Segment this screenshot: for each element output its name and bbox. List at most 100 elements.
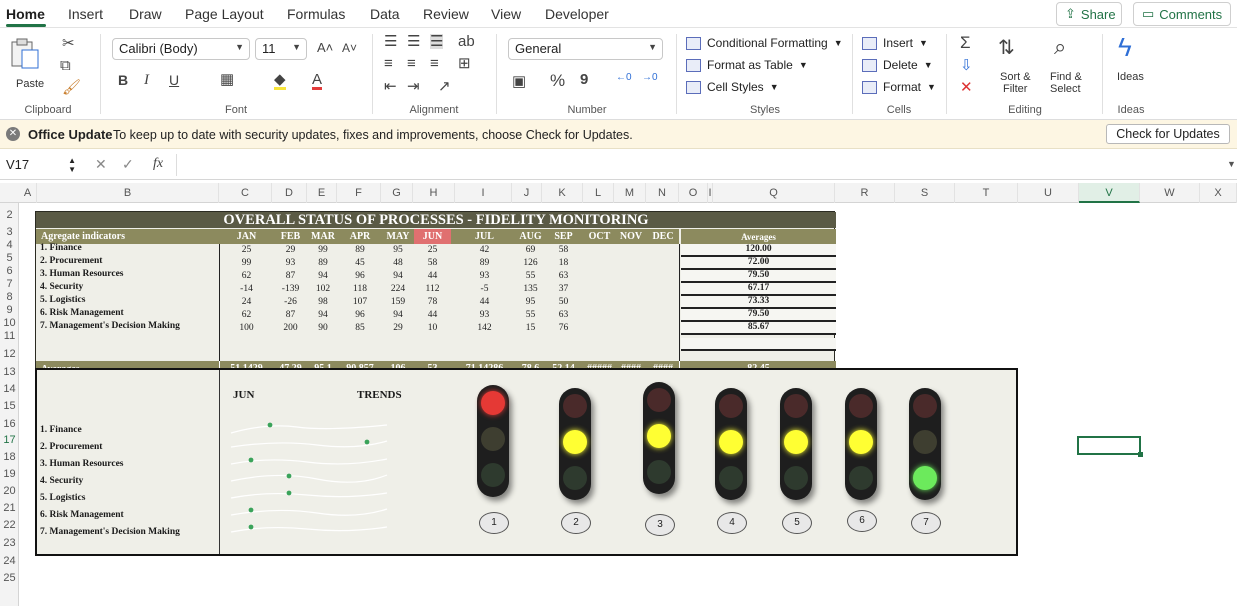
font-name-select[interactable]: Calibri (Body) ▼ bbox=[112, 38, 250, 60]
value-cell[interactable]: 62 bbox=[220, 271, 273, 281]
column-header[interactable]: D bbox=[272, 183, 307, 203]
row-header[interactable]: 20 bbox=[0, 485, 19, 497]
insert-cells-button[interactable]: Insert ▼ bbox=[862, 36, 928, 50]
value-cell[interactable]: 135 bbox=[513, 284, 548, 294]
column-header[interactable]: A bbox=[19, 183, 37, 203]
value-cell[interactable]: -26 bbox=[273, 297, 308, 307]
row-header[interactable]: 24 bbox=[0, 555, 19, 567]
value-cell[interactable]: 55 bbox=[513, 310, 548, 320]
row-average[interactable]: 120.00 bbox=[681, 244, 836, 257]
merge-center-icon[interactable]: ⊞ bbox=[458, 56, 471, 71]
value-cell[interactable]: 200 bbox=[273, 323, 308, 333]
row-header[interactable]: 23 bbox=[0, 537, 19, 549]
value-cell[interactable]: 99 bbox=[220, 258, 273, 268]
tab-page-layout[interactable]: Page Layout bbox=[185, 6, 264, 22]
value-cell[interactable]: 55 bbox=[513, 271, 548, 281]
value-cell[interactable]: 45 bbox=[338, 258, 382, 268]
value-cell[interactable]: 90 bbox=[308, 323, 338, 333]
share-button[interactable]: ⇪ Share bbox=[1056, 2, 1122, 26]
value-cell[interactable]: 93 bbox=[456, 271, 513, 281]
close-icon[interactable]: ✕ bbox=[6, 127, 20, 141]
row-average[interactable]: 85.67 bbox=[681, 322, 836, 335]
check-for-updates-button[interactable]: Check for Updates bbox=[1106, 124, 1230, 144]
value-cell[interactable]: 89 bbox=[338, 245, 382, 255]
value-cell[interactable]: 58 bbox=[414, 258, 451, 268]
fill-icon[interactable]: ⇩ bbox=[960, 58, 973, 73]
underline-button[interactable]: U bbox=[169, 73, 179, 87]
row-header[interactable]: 7 bbox=[0, 278, 19, 290]
row-header[interactable]: 25 bbox=[0, 572, 19, 584]
column-header[interactable]: C bbox=[219, 183, 272, 203]
value-cell[interactable]: 94 bbox=[382, 271, 414, 281]
value-cell[interactable]: 94 bbox=[308, 310, 338, 320]
value-cell[interactable]: 93 bbox=[273, 258, 308, 268]
increase-decimal-icon[interactable]: ←0 bbox=[616, 73, 632, 83]
italic-button[interactable]: I bbox=[144, 73, 149, 88]
column-header[interactable]: E bbox=[307, 183, 337, 203]
function-icon[interactable]: fx bbox=[153, 156, 163, 172]
column-header[interactable]: M bbox=[614, 183, 646, 203]
value-cell[interactable]: 87 bbox=[273, 310, 308, 320]
value-cell[interactable]: 50 bbox=[548, 297, 579, 307]
column-header[interactable]: V bbox=[1079, 183, 1140, 203]
row-header[interactable]: 10 bbox=[0, 317, 19, 329]
cut-icon[interactable]: ✂ bbox=[62, 36, 75, 51]
comments-button[interactable]: ▭ Comments bbox=[1133, 2, 1231, 26]
borders-icon[interactable]: ▦ bbox=[220, 72, 234, 87]
value-cell[interactable]: 99 bbox=[308, 245, 338, 255]
font-color-icon[interactable]: A bbox=[312, 72, 323, 90]
value-cell[interactable]: 18 bbox=[548, 258, 579, 268]
row-average[interactable]: 67.17 bbox=[681, 283, 836, 296]
value-cell[interactable]: 94 bbox=[308, 271, 338, 281]
row-header[interactable]: 19 bbox=[0, 468, 19, 480]
value-cell[interactable]: 89 bbox=[456, 258, 513, 268]
value-cell[interactable]: 224 bbox=[382, 284, 414, 294]
row-header[interactable]: 11 bbox=[0, 330, 19, 342]
row-header[interactable]: 5 bbox=[0, 252, 19, 264]
name-box[interactable]: V17 ▲ ▼ bbox=[2, 154, 78, 176]
column-header[interactable]: J bbox=[512, 183, 542, 203]
tab-developer[interactable]: Developer bbox=[545, 6, 609, 22]
value-cell[interactable]: 63 bbox=[548, 271, 579, 281]
tab-review[interactable]: Review bbox=[423, 6, 469, 22]
column-header[interactable]: F bbox=[337, 183, 381, 203]
number-format-select[interactable]: General ▼ bbox=[508, 38, 663, 60]
column-header[interactable]: R bbox=[835, 183, 895, 203]
value-cell[interactable]: -5 bbox=[456, 284, 513, 294]
value-cell[interactable]: 42 bbox=[456, 245, 513, 255]
worksheet-grid[interactable]: ABCDEFGHIJKLMNOIQRSTUVWX 2 3 4 5 6 7 8 9 10 11 12 1… bbox=[0, 183, 1237, 606]
value-cell[interactable]: 159 bbox=[382, 297, 414, 307]
tab-view[interactable]: View bbox=[491, 6, 521, 22]
orientation-icon[interactable]: ↗ bbox=[438, 79, 451, 94]
tab-data[interactable]: Data bbox=[370, 6, 400, 22]
align-center-icon[interactable]: ≡ bbox=[407, 56, 416, 71]
value-cell[interactable]: 10 bbox=[414, 323, 451, 333]
column-header[interactable]: G bbox=[381, 183, 413, 203]
format-as-table-button[interactable]: Format as Table ▼ bbox=[686, 58, 808, 72]
align-right-icon[interactable]: ≡ bbox=[430, 56, 439, 71]
value-cell[interactable]: 25 bbox=[220, 245, 273, 255]
value-cell[interactable]: 76 bbox=[548, 323, 579, 333]
clear-icon[interactable]: ✕ bbox=[960, 80, 973, 95]
row-header[interactable]: 18 bbox=[0, 451, 19, 463]
bold-button[interactable]: B bbox=[118, 73, 128, 87]
format-cells-button[interactable]: Format ▼ bbox=[862, 80, 936, 94]
value-cell[interactable]: 98 bbox=[308, 297, 338, 307]
row-header[interactable]: 14 bbox=[0, 383, 19, 395]
row-header[interactable]: 6 bbox=[0, 265, 19, 277]
row-header[interactable]: 15 bbox=[0, 400, 19, 412]
row-average[interactable]: 72.00 bbox=[681, 257, 836, 270]
row-header[interactable]: 8 bbox=[0, 291, 19, 303]
delete-cells-button[interactable]: Delete ▼ bbox=[862, 58, 933, 72]
value-cell[interactable]: 112 bbox=[414, 284, 451, 294]
column-header[interactable]: I bbox=[455, 183, 512, 203]
column-header[interactable]: W bbox=[1140, 183, 1200, 203]
align-middle-icon[interactable]: ☰ bbox=[407, 34, 420, 49]
paste-button[interactable]: Paste bbox=[8, 36, 48, 90]
value-cell[interactable]: 95 bbox=[513, 297, 548, 307]
decrease-indent-icon[interactable]: ⇤ bbox=[384, 79, 397, 94]
value-cell[interactable]: 29 bbox=[273, 245, 308, 255]
tab-insert[interactable]: Insert bbox=[68, 6, 103, 22]
value-cell[interactable]: 107 bbox=[338, 297, 382, 307]
wrap-text-icon[interactable]: ab bbox=[458, 34, 475, 49]
